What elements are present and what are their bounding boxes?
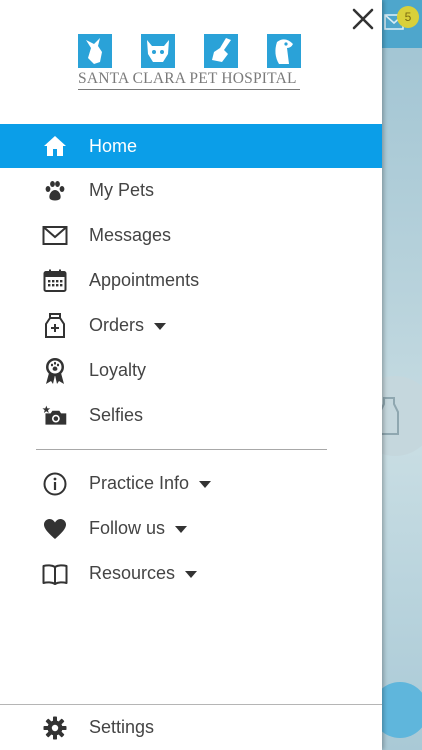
menu-item-my-pets[interactable]: My Pets [0, 168, 382, 213]
logo-animal-tiles [78, 34, 302, 68]
practice-info-label-text: Practice Info [89, 473, 190, 493]
calendar-icon [42, 268, 68, 294]
menu-item-label: My Pets [89, 180, 155, 200]
hospital-logo: SANTA CLARA PET HOSPITAL [78, 34, 302, 90]
secondary-menu: Practice Info Follow us Resources [0, 461, 382, 596]
menu-divider [36, 449, 327, 450]
heart-icon [42, 516, 68, 542]
menu-item-loyalty[interactable]: Loyalty [0, 348, 382, 393]
menu-item-selfies[interactable]: Selfies [0, 393, 382, 438]
menu-item-orders[interactable]: Orders [0, 303, 382, 348]
camera-icon [42, 403, 68, 429]
chevron-down-icon [199, 480, 212, 488]
info-icon [42, 471, 68, 497]
chevron-down-icon [154, 322, 167, 330]
navigation-drawer: SANTA CLARA PET HOSPITAL Home My Pets Me… [0, 0, 382, 750]
menu-item-label: Loyalty [89, 360, 147, 380]
gear-icon [42, 715, 68, 741]
menu-item-label: Home [89, 135, 138, 156]
paw-icon [42, 178, 68, 204]
menu-item-messages[interactable]: Messages [0, 213, 382, 258]
envelope-icon [42, 223, 68, 249]
menu-item-home[interactable]: Home [0, 124, 382, 168]
bird-tile-icon [267, 34, 301, 68]
follow-us-label-text: Follow us [89, 518, 166, 538]
menu-item-label: Orders [89, 315, 167, 336]
main-menu: Home My Pets Messages Appointments Order… [0, 124, 382, 438]
award-ribbon-icon [42, 357, 68, 384]
menu-item-practice-info[interactable]: Practice Info [0, 461, 382, 506]
close-icon[interactable] [350, 6, 376, 32]
menu-item-follow-us[interactable]: Follow us [0, 506, 382, 551]
hospital-name: SANTA CLARA PET HOSPITAL [78, 70, 300, 90]
menu-item-label: Follow us [89, 518, 188, 539]
orders-label-text: Orders [89, 315, 145, 335]
dog-tile-icon [78, 34, 112, 68]
medicine-bottle-icon [42, 312, 68, 339]
rabbit-tile-icon [204, 34, 238, 68]
menu-item-appointments[interactable]: Appointments [0, 258, 382, 303]
chevron-down-icon [185, 570, 198, 578]
menu-item-label: Settings [89, 717, 155, 737]
menu-item-label: Selfies [89, 405, 144, 425]
book-icon [42, 561, 68, 587]
menu-item-label: Practice Info [89, 473, 212, 494]
menu-item-label: Resources [89, 563, 198, 584]
menu-item-settings[interactable]: Settings [0, 705, 382, 750]
resources-label-text: Resources [89, 563, 176, 583]
notification-badge[interactable]: 5 [397, 6, 419, 28]
menu-item-label: Appointments [89, 270, 200, 290]
home-icon [42, 133, 68, 159]
cat-tile-icon [141, 34, 175, 68]
menu-item-label: Messages [89, 225, 172, 245]
menu-item-resources[interactable]: Resources [0, 551, 382, 596]
chevron-down-icon [175, 525, 188, 533]
